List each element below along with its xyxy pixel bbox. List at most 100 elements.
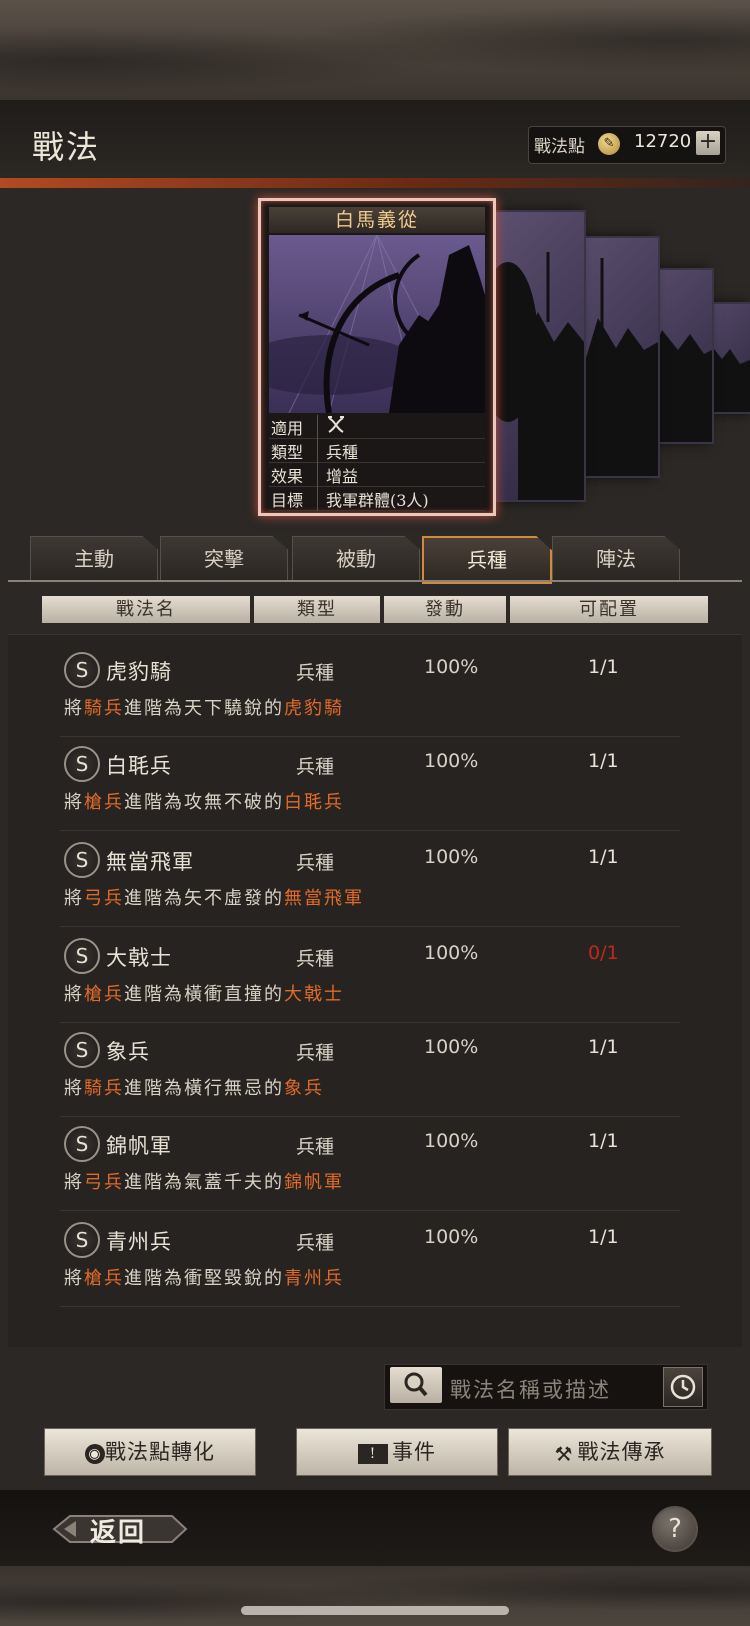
- card-info-key: 目標: [269, 486, 318, 511]
- flame-icon: ◉: [85, 1443, 105, 1464]
- scroll-icon: !: [358, 1443, 388, 1464]
- tactic-availability: 1/1: [588, 656, 619, 678]
- desc-prefix: 將: [64, 1078, 84, 1099]
- tactic-row[interactable]: S 白毦兵 兵種 100% 1/1 將槍兵進階為攻無不破的白毦兵: [60, 732, 680, 831]
- desc-troop: 槍兵: [84, 984, 124, 1005]
- tab-formation[interactable]: 陣法: [552, 536, 680, 581]
- tactic-availability: 1/1: [588, 1036, 619, 1058]
- desc-target: 虎豹騎: [284, 698, 344, 719]
- selected-tactic-card[interactable]: 白馬義從 適用 類型 兵種 效果 增益 目標 我軍群體(3人): [258, 198, 496, 516]
- events-label: 事件: [392, 1440, 436, 1464]
- tactic-description: 將弓兵進階為矢不虛發的無當飛軍: [64, 884, 364, 910]
- desc-prefix: 將: [64, 1268, 84, 1289]
- tactic-name: 無當飛軍: [106, 850, 194, 874]
- history-button[interactable]: [663, 1367, 703, 1407]
- desc-middle: 進階為橫行無忌的: [124, 1078, 284, 1099]
- grade-badge-icon: S: [64, 652, 100, 688]
- convert-points-button[interactable]: ◉ 戰法點轉化: [44, 1428, 256, 1476]
- convert-points-label: 戰法點轉化: [105, 1440, 215, 1464]
- tactic-row[interactable]: S 青州兵 兵種 100% 1/1 將槍兵進階為衝堅毀銳的青州兵: [60, 1208, 680, 1307]
- tactic-inheritance-label: 戰法傳承: [577, 1440, 666, 1464]
- grade-badge-icon: S: [64, 746, 100, 782]
- search-button[interactable]: [390, 1367, 442, 1403]
- card-info-key: 類型: [269, 438, 318, 463]
- crossed-bows-icon: [318, 415, 346, 438]
- column-header-name[interactable]: 戰法名: [42, 596, 250, 623]
- desc-middle: 進階為氣蓋千夫的: [124, 1172, 284, 1193]
- tactic-name: 青州兵: [106, 1230, 172, 1254]
- back-label[interactable]: 返回: [90, 1512, 146, 1549]
- desc-prefix: 將: [64, 984, 84, 1005]
- tactic-description: 將騎兵進階為橫行無忌的象兵: [64, 1074, 324, 1100]
- tactic-name: 大戟士: [106, 946, 172, 970]
- tactic-trigger-rate: 100%: [424, 1226, 479, 1248]
- desc-target: 無當飛軍: [284, 888, 364, 909]
- hammer-icon: ⚒: [554, 1441, 574, 1466]
- tactic-trigger-rate: 100%: [424, 1130, 479, 1152]
- page-title: 戰法: [32, 128, 101, 166]
- desc-middle: 進階為天下驍銳的: [124, 698, 284, 719]
- clock-icon: [670, 1374, 696, 1400]
- grade-badge-icon: S: [64, 1222, 100, 1258]
- tactic-inheritance-button[interactable]: ⚒ 戰法傳承: [508, 1428, 712, 1476]
- tactic-type: 兵種: [296, 662, 335, 684]
- bottom-decorative-background: [0, 1566, 750, 1626]
- desc-troop: 騎兵: [84, 1078, 124, 1099]
- card-archer-artwork: [269, 235, 485, 413]
- tactic-availability: 1/1: [588, 1130, 619, 1152]
- tactic-name: 虎豹騎: [106, 660, 172, 684]
- tab-troop-type[interactable]: 兵種: [422, 536, 552, 584]
- tactic-name: 錦帆軍: [106, 1134, 172, 1158]
- card-info-value: 兵種: [326, 442, 359, 462]
- card-info-key: 效果: [269, 462, 318, 487]
- tactic-row[interactable]: S 無當飛軍 兵種 100% 1/1 將弓兵進階為矢不虛發的無當飛軍: [60, 828, 680, 927]
- tactic-row[interactable]: S 象兵 兵種 100% 1/1 將騎兵進階為橫行無忌的象兵: [60, 1018, 680, 1117]
- card-info-row: 類型 兵種: [269, 438, 485, 463]
- grade-badge-icon: S: [64, 1126, 100, 1162]
- tab-passive[interactable]: 被動: [292, 536, 420, 581]
- desc-troop: 弓兵: [84, 888, 124, 909]
- top-decorative-background: [0, 0, 750, 100]
- desc-middle: 進階為衝堅毀銳的: [124, 1268, 284, 1289]
- card-info-value: 增益: [326, 466, 359, 486]
- feather-coin-icon: ✎: [598, 133, 620, 155]
- column-header-type[interactable]: 類型: [254, 596, 380, 623]
- card-info-table: 適用 類型 兵種 效果 增益 目標 我軍群體(3人): [269, 414, 485, 511]
- tactic-availability: 1/1: [588, 846, 619, 868]
- card-info-row: 目標 我軍群體(3人): [269, 486, 485, 511]
- tactic-type: 兵種: [296, 1136, 335, 1158]
- tactic-trigger-rate: 100%: [424, 942, 479, 964]
- events-button[interactable]: ! 事件: [296, 1428, 498, 1476]
- tactic-row[interactable]: S 虎豹騎 兵種 100% 1/1 將騎兵進階為天下驍銳的虎豹騎: [60, 638, 680, 737]
- tactic-type: 兵種: [296, 1232, 335, 1254]
- tab-assault[interactable]: 突擊: [160, 536, 288, 581]
- desc-middle: 進階為攻無不破的: [124, 792, 284, 813]
- card-preview-1[interactable]: [478, 210, 586, 502]
- tab-active-skill[interactable]: 主動: [30, 536, 158, 581]
- desc-target: 白毦兵: [284, 792, 344, 813]
- grade-badge-icon: S: [64, 842, 100, 878]
- help-button[interactable]: ?: [652, 1506, 698, 1552]
- desc-prefix: 將: [64, 888, 84, 909]
- tactic-row[interactable]: S 錦帆軍 兵種 100% 1/1 將弓兵進階為氣蓋千夫的錦帆軍: [60, 1112, 680, 1211]
- column-header-trigger[interactable]: 發動: [384, 596, 506, 623]
- desc-target: 錦帆軍: [284, 1172, 344, 1193]
- card-info-row: 適用: [269, 414, 485, 439]
- card-info-key: 適用: [269, 414, 318, 439]
- home-indicator[interactable]: [241, 1606, 509, 1615]
- tactic-description: 將弓兵進階為氣蓋千夫的錦帆軍: [64, 1168, 344, 1194]
- tactic-row[interactable]: S 大戟士 兵種 100% 0/1 將槍兵進階為橫衝直撞的大戟士: [60, 924, 680, 1023]
- desc-prefix: 將: [64, 698, 84, 719]
- tactic-description: 將槍兵進階為橫衝直撞的大戟士: [64, 980, 344, 1006]
- tactic-description: 將騎兵進階為天下驍銳的虎豹騎: [64, 694, 344, 720]
- add-points-button[interactable]: +: [696, 131, 720, 155]
- header-glow: [0, 178, 750, 188]
- category-tabs: 主動 突擊 被動 兵種 陣法: [30, 536, 720, 584]
- tactic-trigger-rate: 100%: [424, 1036, 479, 1058]
- column-header-available[interactable]: 可配置: [510, 596, 708, 623]
- tactic-availability: 1/1: [588, 1226, 619, 1248]
- search-icon: [404, 1372, 428, 1397]
- grade-badge-icon: S: [64, 1032, 100, 1068]
- search-placeholder[interactable]: 戰法名稱或描述: [450, 1374, 611, 1404]
- desc-middle: 進階為矢不虛發的: [124, 888, 284, 909]
